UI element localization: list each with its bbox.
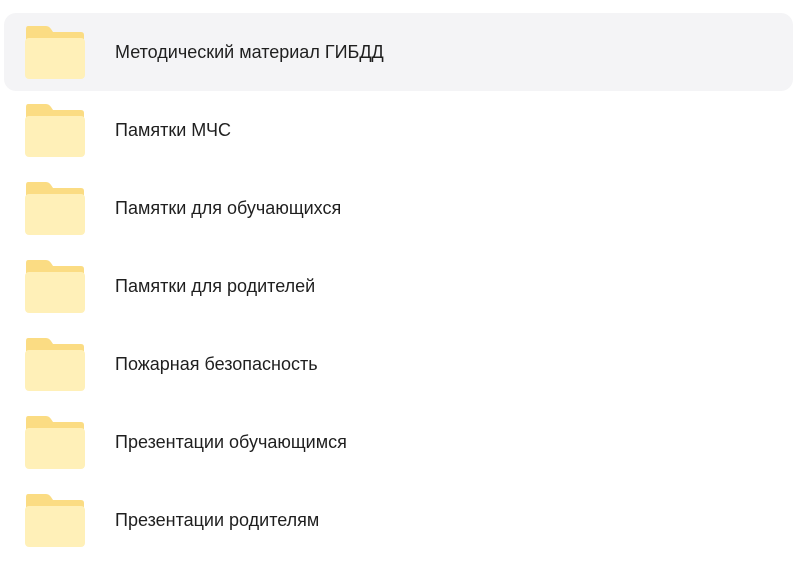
folder-row[interactable]: Презентации обучающимся bbox=[4, 403, 793, 481]
folder-label: Памятки МЧС bbox=[115, 120, 232, 140]
folder-icon bbox=[24, 180, 86, 236]
folder-list: Методический материал ГИБДД Памятки МЧС … bbox=[0, 0, 793, 566]
folder-icon bbox=[24, 492, 86, 548]
folder-icon bbox=[24, 102, 86, 158]
folder-row[interactable]: Методический материал ГИБДД bbox=[4, 13, 793, 91]
folder-label: Памятки для обучающихся bbox=[115, 198, 342, 218]
folder-label: Пожарная безопасность bbox=[115, 354, 318, 374]
folder-label: Презентации родителям bbox=[115, 510, 320, 530]
folder-label: Методический материал ГИБДД bbox=[115, 42, 384, 62]
folder-row[interactable]: Пожарная безопасность bbox=[4, 325, 793, 403]
folder-icon bbox=[24, 258, 86, 314]
folder-row[interactable]: Памятки МЧС bbox=[4, 91, 793, 169]
folder-row[interactable]: Памятки для обучающихся bbox=[4, 169, 793, 247]
folder-label: Памятки для родителей bbox=[115, 276, 316, 296]
folder-icon bbox=[24, 414, 86, 470]
folder-row[interactable]: Презентации родителям bbox=[4, 481, 793, 559]
folder-row[interactable]: Памятки для родителей bbox=[4, 247, 793, 325]
folder-icon bbox=[24, 24, 86, 80]
folder-label: Презентации обучающимся bbox=[115, 432, 347, 452]
folder-icon bbox=[24, 336, 86, 392]
